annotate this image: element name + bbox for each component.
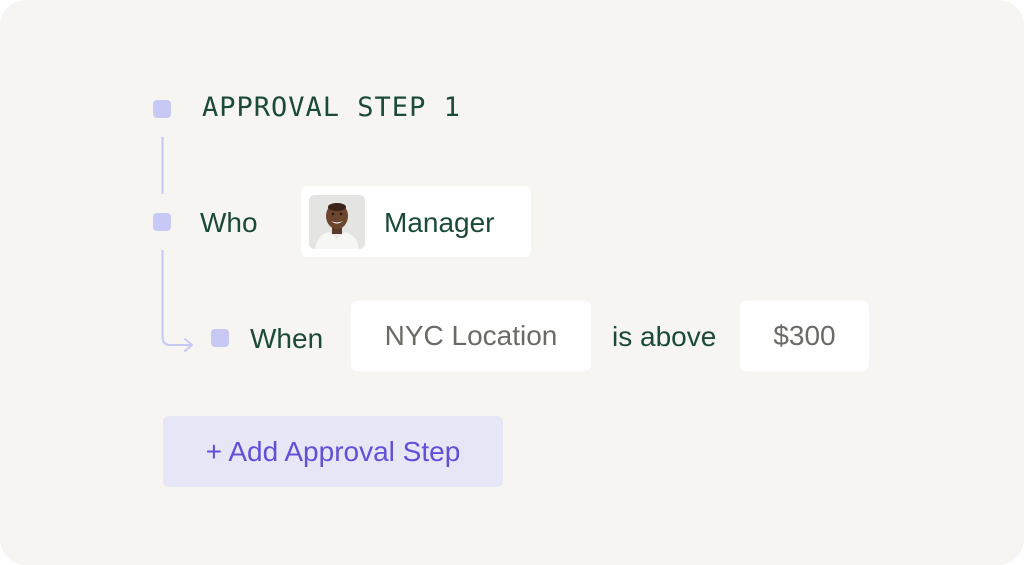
when-label: When — [250, 323, 324, 354]
approval-step-title: APPROVAL STEP 1 — [202, 92, 461, 123]
approver-role: Manager — [384, 207, 495, 238]
connector-arrow-who-to-when — [161, 250, 192, 346]
connector-lines — [161, 137, 193, 352]
step-bullet — [153, 100, 171, 118]
location-chip[interactable]: NYC Location — [351, 301, 591, 371]
add-approval-step-button[interactable]: + Add Approval Step — [163, 416, 503, 487]
who-label: Who — [200, 207, 258, 238]
approval-workflow-card: APPROVAL STEP 1 Who Manager When NYC Loc… — [0, 0, 1024, 565]
amount-chip[interactable]: $300 — [740, 301, 869, 371]
operator-label: is above — [612, 321, 717, 352]
who-bullet — [153, 213, 171, 231]
approver-chip[interactable]: Manager — [301, 186, 531, 257]
person-avatar-icon — [309, 195, 365, 249]
when-bullet — [211, 329, 229, 347]
